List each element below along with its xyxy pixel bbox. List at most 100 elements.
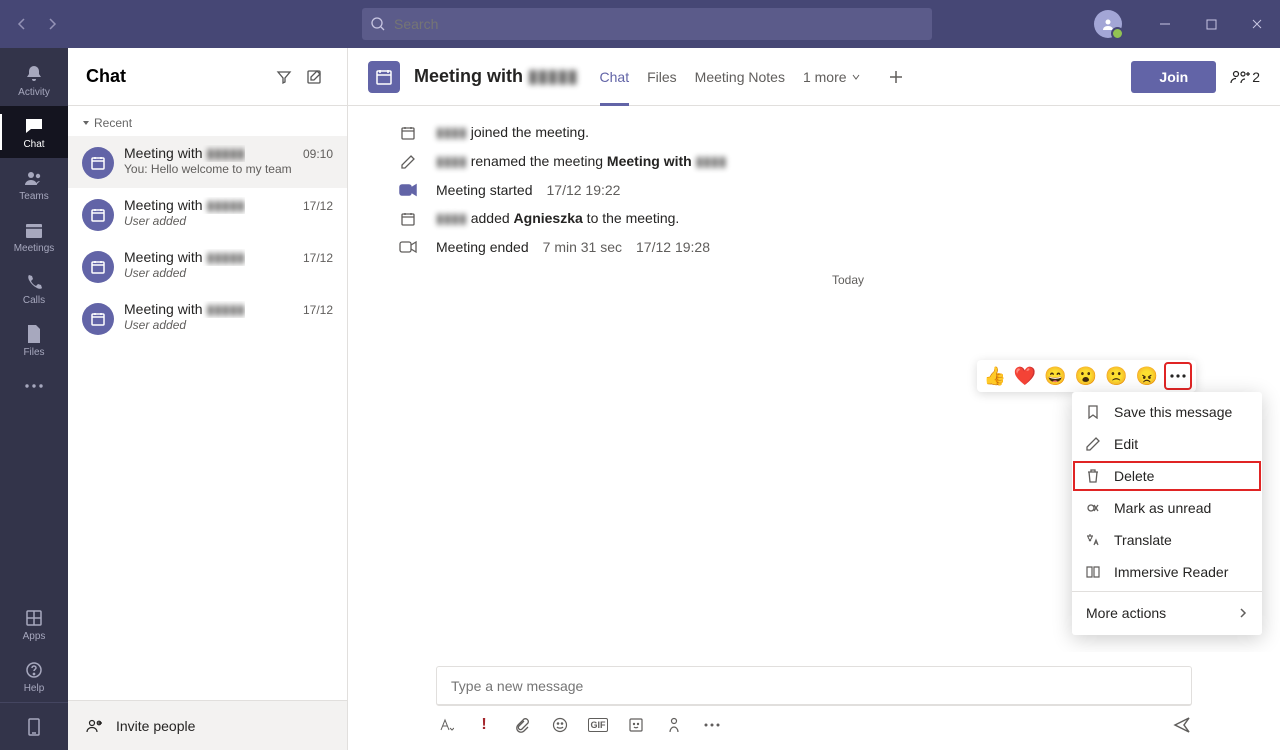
rail-label: Apps — [23, 631, 46, 642]
reaction-😠[interactable]: 😠 — [1136, 366, 1158, 387]
reaction-😮[interactable]: 😮 — [1075, 366, 1097, 387]
rail-label: Chat — [23, 139, 44, 150]
participants-button[interactable]: 2 — [1230, 69, 1260, 85]
context-translate[interactable]: Translate — [1072, 524, 1262, 556]
rail-label: Help — [24, 683, 45, 694]
rail-files[interactable]: Files — [0, 314, 68, 366]
priority-button[interactable]: ! — [474, 716, 494, 734]
join-button[interactable]: Join — [1131, 61, 1216, 93]
reaction-👍[interactable]: 👍 — [983, 366, 1005, 387]
compose-input[interactable] — [436, 666, 1192, 706]
bookmark-icon — [1086, 405, 1102, 419]
message-more-button[interactable] — [1166, 364, 1190, 388]
chat-list-item[interactable]: Meeting with ▮▮▮▮▮17/12 User added — [68, 240, 347, 292]
phone-icon — [23, 271, 45, 293]
context-delete[interactable]: Delete — [1072, 460, 1262, 492]
profile-avatar[interactable] — [1094, 10, 1122, 38]
add-tab-button[interactable] — [881, 62, 911, 92]
rail-label: Meetings — [14, 243, 55, 254]
calendar-icon — [398, 123, 418, 143]
window-minimize-button[interactable] — [1142, 0, 1188, 48]
chat-list-title: Chat — [86, 66, 269, 87]
attach-button[interactable] — [512, 717, 532, 733]
titlebar — [0, 0, 1280, 48]
chevron-right-icon — [1238, 608, 1248, 618]
message-thread: ▮▮▮▮ joined the meeting. ▮▮▮▮ renamed the… — [348, 106, 1280, 652]
system-event: ▮▮▮▮ added Agnieszka to the meeting. — [436, 210, 1260, 227]
invite-label: Invite people — [116, 718, 195, 734]
chat-list-item[interactable]: Meeting with ▮▮▮▮▮09:10 You: Hello welco… — [68, 136, 347, 188]
invite-people-button[interactable]: Invite people — [68, 700, 347, 750]
window-maximize-button[interactable] — [1188, 0, 1234, 48]
pencil-icon — [1086, 437, 1102, 451]
calendar-icon — [82, 251, 114, 283]
context-more-actions[interactable]: More actions — [1072, 595, 1262, 631]
context-edit[interactable]: Edit — [1072, 428, 1262, 460]
system-event: ▮▮▮▮ renamed the meeting Meeting with ▮▮… — [436, 153, 1260, 170]
reaction-❤️[interactable]: ❤️ — [1014, 366, 1036, 387]
section-recent[interactable]: Recent — [68, 106, 347, 136]
calendar-icon — [82, 303, 114, 335]
rail-activity[interactable]: Activity — [0, 54, 68, 106]
date-divider: Today — [436, 273, 1260, 287]
rail-label: Files — [23, 347, 44, 358]
calendar-icon — [23, 219, 45, 241]
bell-icon — [23, 63, 45, 85]
window-close-button[interactable] — [1234, 0, 1280, 48]
rail-meetings[interactable]: Meetings — [0, 210, 68, 262]
message-context-menu: Save this messageEditDeleteMark as unrea… — [1072, 392, 1262, 635]
app-rail: Activity Chat Teams Meetings Calls Files… — [0, 48, 68, 750]
chat-list-item[interactable]: Meeting with ▮▮▮▮▮17/12 User added — [68, 292, 347, 344]
nav-forward-button[interactable] — [40, 12, 64, 36]
reaction-bar: 👍 ❤️ 😄 😮 🙁 😠 — [977, 360, 1196, 392]
emoji-button[interactable] — [550, 717, 570, 733]
context-mark-as-unread[interactable]: Mark as unread — [1072, 492, 1262, 524]
apps-icon — [23, 607, 45, 629]
compose-more-button[interactable] — [702, 723, 722, 727]
system-event: ▮▮▮▮ joined the meeting. — [436, 124, 1260, 141]
tab-meeting-notes[interactable]: Meeting Notes — [695, 48, 785, 106]
help-icon — [23, 659, 45, 681]
rail-device-button[interactable] — [0, 702, 68, 750]
calendar-icon — [398, 209, 418, 229]
filter-button[interactable] — [269, 62, 299, 92]
tab-files[interactable]: Files — [647, 48, 677, 106]
tab-chat[interactable]: Chat — [600, 48, 630, 106]
calendar-icon — [82, 147, 114, 179]
search-input[interactable] — [362, 8, 932, 40]
chat-list-item[interactable]: Meeting with ▮▮▮▮▮17/12 User added — [68, 188, 347, 240]
new-chat-button[interactable] — [299, 62, 329, 92]
rail-help[interactable]: Help — [0, 650, 68, 702]
chat-main: Meeting with ▮▮▮▮▮ Chat Files Meeting No… — [348, 48, 1280, 750]
meeting-avatar-icon — [368, 61, 400, 93]
rail-apps[interactable]: Apps — [0, 598, 68, 650]
rail-calls[interactable]: Calls — [0, 262, 68, 314]
rail-chat[interactable]: Chat — [0, 106, 68, 158]
file-icon — [23, 323, 45, 345]
nav-back-button[interactable] — [10, 12, 34, 36]
rail-label: Teams — [19, 191, 48, 202]
reaction-😄[interactable]: 😄 — [1044, 366, 1066, 387]
videoend-icon — [398, 237, 418, 257]
chat-list-panel: Chat Recent Meeting with ▮▮▮▮▮09:10 You:… — [68, 48, 348, 750]
format-button[interactable] — [436, 717, 456, 733]
system-event: Meeting started17/12 19:22 — [436, 182, 1260, 198]
context-save-this-message[interactable]: Save this message — [1072, 396, 1262, 428]
rail-more-button[interactable] — [0, 366, 68, 406]
system-event: Meeting ended7 min 31 sec17/12 19:28 — [436, 239, 1260, 255]
pencil-icon — [398, 152, 418, 172]
rail-label: Calls — [23, 295, 45, 306]
gif-button[interactable]: GIF — [588, 718, 608, 732]
unread-icon — [1086, 501, 1102, 515]
meet-now-button[interactable] — [664, 717, 684, 733]
tab-more[interactable]: 1 more — [803, 48, 861, 106]
context-immersive-reader[interactable]: Immersive Reader — [1072, 556, 1262, 588]
send-button[interactable] — [1172, 716, 1192, 734]
reaction-🙁[interactable]: 🙁 — [1105, 366, 1127, 387]
chat-icon — [23, 115, 45, 137]
sticker-button[interactable] — [626, 717, 646, 733]
rail-label: Activity — [18, 87, 50, 98]
rail-teams[interactable]: Teams — [0, 158, 68, 210]
calendar-icon — [82, 199, 114, 231]
chat-title: Meeting with ▮▮▮▮▮ — [414, 66, 578, 87]
